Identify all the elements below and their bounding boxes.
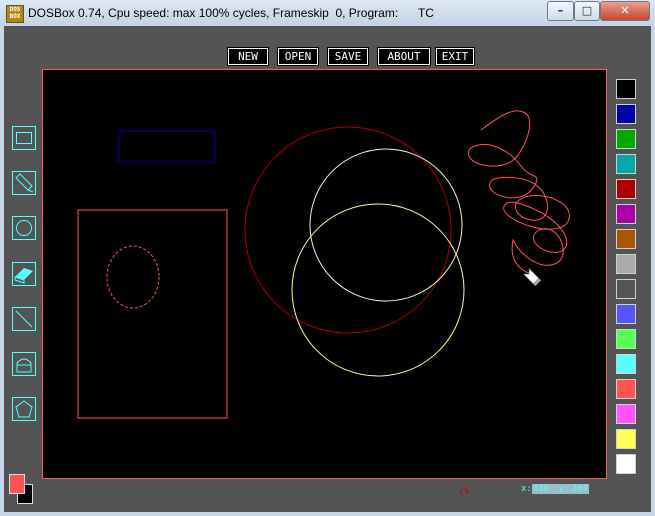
line-icon xyxy=(15,310,33,328)
eraser-tool[interactable] xyxy=(12,262,36,286)
palette-swatch[interactable] xyxy=(616,404,636,424)
blue-rectangle-shape xyxy=(118,130,216,163)
dos-screen: NEW OPEN SAVE ABOUT EXIT ck x:486 y: 204 xyxy=(4,26,651,512)
status-text: ck xyxy=(459,487,470,497)
polygon-tool[interactable] xyxy=(12,397,36,421)
rectangle-tool[interactable] xyxy=(12,126,36,150)
palette-swatch[interactable] xyxy=(616,454,636,474)
exit-button[interactable]: EXIT xyxy=(435,47,475,66)
open-button[interactable]: OPEN xyxy=(277,47,319,66)
window-title: DOSBox 0.74, Cpu speed: max 100% cycles,… xyxy=(28,6,434,20)
palette-swatch[interactable] xyxy=(616,279,636,299)
bucket-icon xyxy=(16,358,32,373)
palette-swatch[interactable] xyxy=(616,104,636,124)
palette-swatch[interactable] xyxy=(616,154,636,174)
pencil-icon xyxy=(15,173,34,193)
maximize-button[interactable]: □ xyxy=(574,1,600,21)
palette-swatch[interactable] xyxy=(616,379,636,399)
pencil-cursor-icon xyxy=(522,267,542,287)
y-value: 204 xyxy=(570,484,589,494)
red-circle-shape xyxy=(244,126,452,334)
palette-swatch[interactable] xyxy=(616,229,636,249)
x-value: 486 xyxy=(531,484,551,494)
circle-icon xyxy=(16,220,32,236)
rectangle-icon xyxy=(16,132,32,144)
fill-tool[interactable] xyxy=(12,352,36,376)
palette-swatch[interactable] xyxy=(616,79,636,99)
freehand-scribble-shape xyxy=(467,110,570,275)
dosbox-window: DOS BOX DOSBox 0.74, Cpu speed: max 100%… xyxy=(0,0,655,516)
palette-swatch[interactable] xyxy=(616,179,636,199)
new-button[interactable]: NEW xyxy=(227,47,269,66)
drawing-canvas[interactable] xyxy=(42,69,607,479)
red-rectangle-shape xyxy=(77,209,228,419)
pentagon-icon xyxy=(15,400,33,418)
yellow-circle-shape xyxy=(291,203,465,377)
palette-swatch[interactable] xyxy=(616,254,636,274)
cursor-coordinates: x:486 y: 204 xyxy=(521,484,589,494)
foreground-color-indicator xyxy=(9,474,25,494)
palette-swatch[interactable] xyxy=(616,204,636,224)
palette-swatch[interactable] xyxy=(616,129,636,149)
palette-swatch[interactable] xyxy=(616,329,636,349)
dashed-ellipse-shape xyxy=(106,245,160,309)
dosbox-app-icon: DOS BOX xyxy=(6,5,24,23)
palette-swatch[interactable] xyxy=(616,354,636,374)
line-tool[interactable] xyxy=(12,307,36,331)
palette-swatch[interactable] xyxy=(616,429,636,449)
about-button[interactable]: ABOUT xyxy=(377,47,431,66)
eraser-icon xyxy=(14,268,33,284)
pencil-tool[interactable] xyxy=(12,171,36,195)
minimize-button[interactable]: – xyxy=(547,1,574,21)
circle-tool[interactable] xyxy=(12,216,36,240)
close-button[interactable]: ✕ xyxy=(600,1,650,21)
title-bar[interactable]: DOS BOX DOSBox 0.74, Cpu speed: max 100%… xyxy=(0,0,655,26)
x-label: x: xyxy=(521,484,532,494)
save-button[interactable]: SAVE xyxy=(327,47,369,66)
palette-swatch[interactable] xyxy=(616,304,636,324)
y-label: y: xyxy=(557,484,571,494)
